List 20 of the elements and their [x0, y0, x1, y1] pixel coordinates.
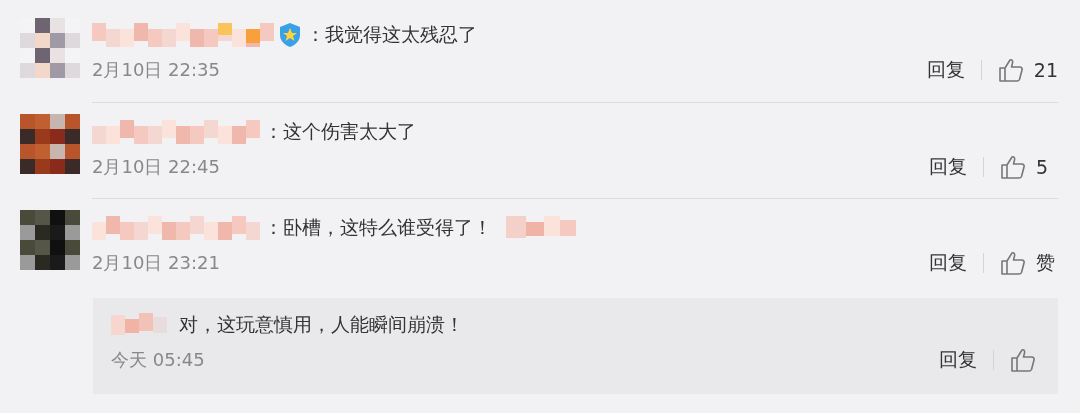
thumbs-up-icon[interactable]: [997, 57, 1024, 83]
comment-text: ：这个伤害太大了: [264, 119, 416, 144]
comment-text: ：我觉得这太残忍了: [306, 22, 477, 47]
thumbs-up-icon[interactable]: [1000, 250, 1026, 276]
reply-button[interactable]: 回复: [939, 347, 977, 373]
reply-button[interactable]: 回复: [929, 250, 967, 276]
like-count: 5: [1036, 156, 1050, 178]
like-count: 21: [1033, 59, 1058, 81]
reply-time: 今天 05:45: [111, 348, 205, 372]
reply-button[interactable]: 回复: [926, 57, 965, 83]
redacted-name-drawing: [111, 313, 167, 337]
comment-time: 2月10日 22:35: [92, 58, 220, 82]
like-count: 赞: [1036, 250, 1056, 275]
thumbs-up-icon[interactable]: [1010, 347, 1036, 373]
comment-time: 2月10日 23:21: [92, 251, 220, 275]
thumbs-up-icon[interactable]: [1000, 154, 1026, 180]
reply-text: 对，这玩意慎用，人能瞬间崩溃！: [179, 312, 464, 337]
comment-text: ：卧槽，这特么谁受得了！: [264, 215, 492, 240]
comment-time: 2月10日 22:45: [92, 155, 220, 179]
reply-button[interactable]: 回复: [929, 154, 967, 180]
